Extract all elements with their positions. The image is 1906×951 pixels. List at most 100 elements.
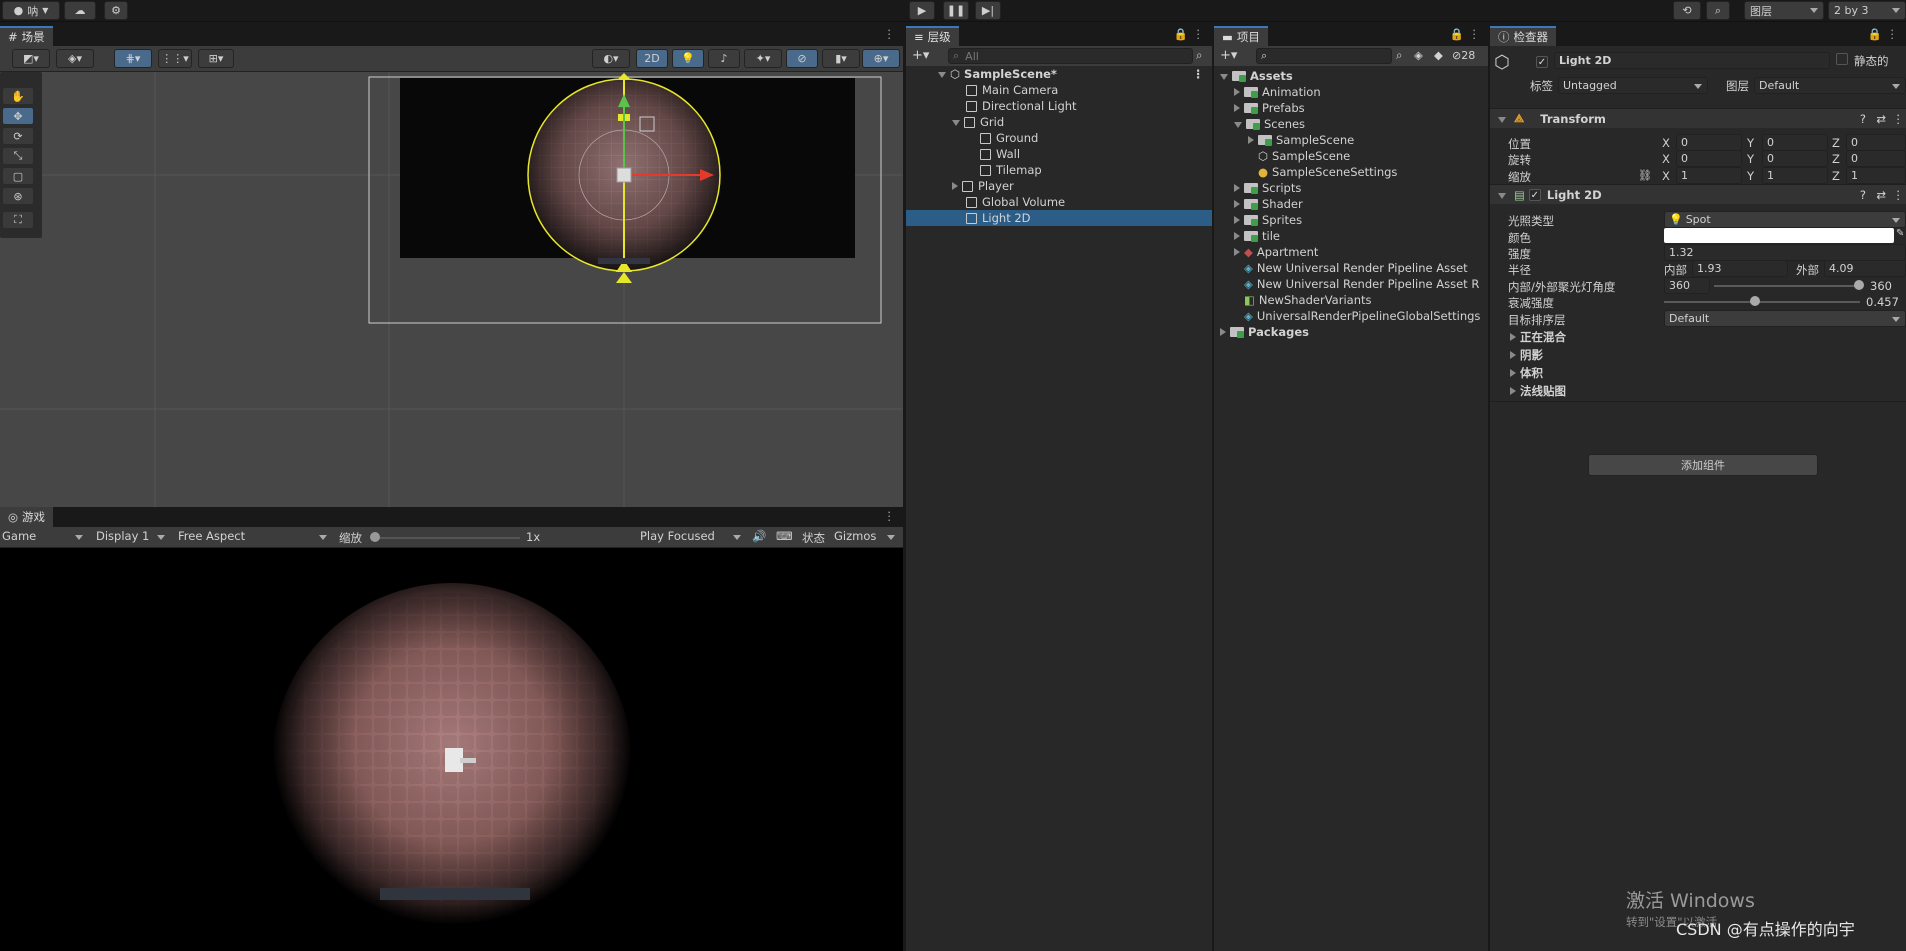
keyboard-icon[interactable]: ⌨ xyxy=(776,529,793,543)
foldout-normal-maps[interactable]: 法线贴图 xyxy=(1490,383,1906,399)
list-item[interactable]: ◈ New Universal Render Pipeline Asset xyxy=(1214,260,1488,276)
collapse-icon[interactable] xyxy=(1234,248,1240,256)
foldout-shadows[interactable]: 阴影 xyxy=(1490,347,1906,363)
list-item[interactable]: Sprites xyxy=(1214,212,1488,228)
scene-viewport[interactable]: ✋ ✥ ⟳ ⤡ ▢ ⊛ ⛶ xyxy=(0,72,903,507)
list-item[interactable]: tile xyxy=(1214,228,1488,244)
list-item[interactable]: ⬡ SampleScene* ⋮ xyxy=(906,66,1212,82)
more-menu-icon[interactable]: ⋮ xyxy=(1893,112,1905,126)
add-object-button[interactable]: +▾ xyxy=(912,48,929,63)
tab-game[interactable]: ◎ 游戏 xyxy=(0,507,54,527)
lock-icon[interactable]: 🔒 xyxy=(1450,27,1464,41)
visibility-button[interactable]: ⊘ xyxy=(786,49,818,68)
shading-button[interactable]: ◐▾ xyxy=(592,49,630,68)
lock-icon[interactable]: 🔒 xyxy=(1174,27,1188,41)
expand-icon[interactable] xyxy=(938,72,946,78)
list-item[interactable]: Scripts xyxy=(1214,180,1488,196)
transform-header[interactable]: ⟁ Transform? ⇄ ⋮ xyxy=(1490,108,1906,128)
position-z-field[interactable]: 0 xyxy=(1846,134,1906,151)
falloff-slider-handle[interactable] xyxy=(1750,296,1760,306)
list-item[interactable]: ◧ NewShaderVariants xyxy=(1214,292,1488,308)
object-name-field[interactable]: Light 2D xyxy=(1554,52,1830,69)
link-scale-icon[interactable]: ⛓ xyxy=(1638,169,1652,182)
list-item[interactable]: Main Camera xyxy=(906,82,1212,98)
more-menu-icon[interactable]: ⋮ xyxy=(1193,67,1205,81)
search-filter-icon[interactable]: ⌕ xyxy=(1196,48,1202,63)
collapse-icon[interactable] xyxy=(1510,369,1516,377)
outer-angle-value[interactable]: 360 xyxy=(1870,279,1892,293)
move-tool-icon[interactable]: ✥ xyxy=(3,108,33,124)
rect-tool-icon[interactable]: ▢ xyxy=(3,168,33,184)
list-item[interactable]: Prefabs xyxy=(1214,100,1488,116)
list-item[interactable]: Shader xyxy=(1214,196,1488,212)
more-menu-icon[interactable]: ⋮ xyxy=(1193,27,1205,41)
expand-icon[interactable] xyxy=(1498,192,1506,199)
layers-dropdown[interactable]: 图层 xyxy=(1744,1,1824,20)
collapse-icon[interactable] xyxy=(1234,200,1240,208)
expand-icon[interactable] xyxy=(952,120,960,126)
tab-hierarchy[interactable]: ≡ 层级 xyxy=(906,26,959,46)
increment-snap-button[interactable]: ⊞▾ xyxy=(198,49,234,68)
expand-icon[interactable] xyxy=(1234,122,1242,128)
scale-tool-icon[interactable]: ⤡ xyxy=(3,148,33,164)
rotation-z-field[interactable]: 0 xyxy=(1846,150,1906,167)
expand-icon[interactable] xyxy=(1498,116,1506,123)
outer-radius-field[interactable]: 4.09 xyxy=(1824,260,1906,277)
tab-scene[interactable]: # 场景 xyxy=(0,26,53,46)
position-x-field[interactable]: 0 xyxy=(1676,134,1742,151)
collapse-icon[interactable] xyxy=(1248,136,1254,144)
create-asset-button[interactable]: +▾ xyxy=(1220,48,1237,63)
mute-audio-icon[interactable]: 🔊 xyxy=(752,529,766,543)
hierarchy-search-input[interactable]: ⌕ All xyxy=(948,48,1193,64)
stats-button[interactable]: 状态 xyxy=(802,530,825,546)
foldout-blending[interactable]: 正在混合 xyxy=(1490,329,1906,345)
eyedropper-icon[interactable]: ✎ xyxy=(1896,228,1904,239)
collapse-icon[interactable] xyxy=(1220,328,1226,336)
light-type-dropdown[interactable]: 💡 Spot xyxy=(1664,211,1906,228)
collapse-icon[interactable] xyxy=(1234,232,1240,240)
collapse-icon[interactable] xyxy=(1234,184,1240,192)
cloud-button[interactable]: ☁ xyxy=(64,1,96,20)
light2d-header[interactable]: ▤ ✓ Light 2D? ⇄ ⋮ xyxy=(1490,184,1906,204)
layout-dropdown[interactable]: 2 by 3 xyxy=(1828,1,1906,20)
grid-snap-button[interactable]: ⋕▾ xyxy=(114,49,152,68)
audio-toggle-button[interactable]: ♪ xyxy=(708,49,740,68)
expand-icon[interactable] xyxy=(1220,74,1228,80)
sorting-layer-dropdown[interactable]: Default xyxy=(1664,310,1906,327)
rotate-tool-icon[interactable]: ⟳ xyxy=(3,128,33,144)
inner-radius-field[interactable]: 1.93 xyxy=(1692,260,1788,277)
custom-tool-icon[interactable]: ⛶ xyxy=(3,212,33,228)
game-view-dropdown[interactable]: Game xyxy=(0,529,88,546)
divider[interactable] xyxy=(903,22,906,951)
falloff-slider[interactable] xyxy=(1664,301,1860,303)
scale-z-field[interactable]: 1 xyxy=(1846,167,1906,184)
help-icon[interactable]: ? xyxy=(1860,188,1866,202)
rotation-x-field[interactable]: 0 xyxy=(1676,150,1742,167)
tag-dropdown[interactable]: Untagged xyxy=(1558,77,1708,94)
list-item[interactable]: ◈ UniversalRenderPipelineGlobalSettings xyxy=(1214,308,1488,324)
scale-x-field[interactable]: 1 xyxy=(1676,167,1742,184)
snap-button[interactable]: ⋮⋮▾ xyxy=(158,49,192,68)
collapse-icon[interactable] xyxy=(952,182,958,190)
project-search-input[interactable]: ⌕ xyxy=(1256,48,1392,64)
list-item[interactable]: Player xyxy=(906,178,1212,194)
collapse-icon[interactable] xyxy=(1510,333,1516,341)
more-menu-icon[interactable]: ⋮ xyxy=(1887,27,1899,41)
inner-angle-field[interactable]: 360 xyxy=(1664,277,1710,294)
type-filter-icon[interactable]: ◈ xyxy=(1414,48,1423,62)
component-enabled-checkbox[interactable]: ✓ xyxy=(1528,188,1541,201)
hidden-packages-count[interactable]: ⊘28 xyxy=(1452,49,1475,62)
list-item[interactable]: ⬡ SampleScene xyxy=(1214,148,1488,164)
hand-tool-icon[interactable]: ✋ xyxy=(3,88,33,104)
step-button[interactable]: ▶| xyxy=(975,1,1001,20)
scale-slider-handle[interactable] xyxy=(370,532,380,542)
label-filter-icon[interactable]: ◆ xyxy=(1434,48,1443,62)
collapse-icon[interactable] xyxy=(1234,104,1240,112)
preset-icon[interactable]: ⇄ xyxy=(1876,112,1886,126)
lighting-toggle-button[interactable]: 💡 xyxy=(672,49,704,68)
scale-y-field[interactable]: 1 xyxy=(1762,167,1828,184)
toggle-2d-button[interactable]: 2D xyxy=(636,49,668,68)
divider[interactable] xyxy=(1212,22,1214,951)
falloff-value[interactable]: 0.457 xyxy=(1866,295,1899,309)
preset-icon[interactable]: ⇄ xyxy=(1876,188,1886,202)
